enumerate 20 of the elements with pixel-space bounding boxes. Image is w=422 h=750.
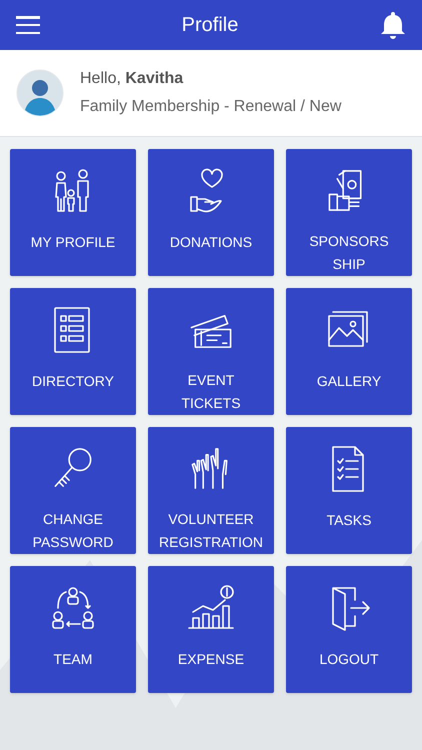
menu-tile[interactable]: DONATIONS bbox=[148, 149, 274, 276]
menu-tile[interactable]: EVENT TICKETS bbox=[148, 288, 274, 415]
menu-tile[interactable]: EXPENSE bbox=[148, 566, 274, 693]
avatar bbox=[16, 69, 64, 117]
menu-tile[interactable]: SPONSORS SHIP bbox=[286, 149, 412, 276]
menu-tile[interactable]: TASKS bbox=[286, 427, 412, 554]
screen-title: Profile bbox=[182, 13, 238, 38]
menu-tile[interactable]: MY PROFILE bbox=[10, 149, 136, 276]
menu-tile[interactable]: LOGOUT bbox=[286, 566, 412, 693]
menu-tile[interactable]: DIRECTORY bbox=[10, 288, 136, 415]
menu-tile[interactable]: CHANGE PASSWORD bbox=[10, 427, 136, 554]
growth-chart-icon bbox=[187, 584, 235, 632]
membership-text: Family Membership - Renewal / New bbox=[80, 97, 342, 117]
team-cycle-icon bbox=[49, 584, 97, 632]
menu-tile[interactable]: GALLERY bbox=[286, 288, 412, 415]
bell-icon[interactable] bbox=[380, 10, 406, 40]
menu-icon[interactable] bbox=[16, 16, 40, 34]
menu-tile[interactable]: VOLUNTEER REGISTRATION bbox=[148, 427, 274, 554]
greeting-text: Hello, Kavitha bbox=[80, 69, 184, 89]
menu-tile[interactable]: TEAM bbox=[10, 566, 136, 693]
